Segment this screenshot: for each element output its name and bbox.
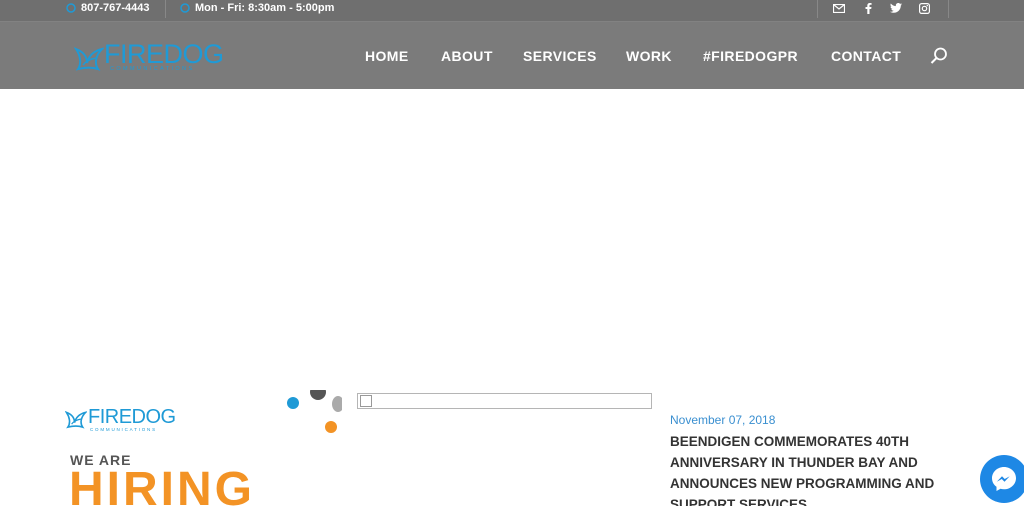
messenger-icon bbox=[992, 467, 1016, 491]
email-icon[interactable] bbox=[826, 0, 852, 16]
divider bbox=[948, 0, 949, 18]
phone-number: 807-767-4443 bbox=[81, 2, 150, 14]
firedog-logo-mark-icon bbox=[65, 410, 87, 429]
facebook-icon[interactable] bbox=[855, 0, 881, 16]
logo-tagline: COMMUNICATIONS bbox=[110, 66, 195, 72]
phone-icon bbox=[66, 3, 76, 13]
business-hours: Mon - Fri: 8:30am - 5:00pm bbox=[195, 2, 335, 14]
nav-work[interactable]: WORK bbox=[626, 48, 672, 64]
decorative-dot bbox=[325, 421, 337, 433]
divider bbox=[165, 0, 166, 18]
image-placeholder-icon bbox=[360, 395, 372, 407]
instagram-icon[interactable] bbox=[911, 0, 937, 16]
divider bbox=[817, 0, 818, 18]
decorative-dot bbox=[332, 396, 342, 412]
decorative-dot bbox=[310, 390, 326, 400]
nav-firedogpr[interactable]: #FIREDOGPR bbox=[703, 48, 798, 64]
embedded-frame[interactable] bbox=[357, 393, 652, 409]
search-icon[interactable] bbox=[929, 46, 949, 66]
messenger-chat-button[interactable] bbox=[980, 455, 1024, 503]
news-title-link[interactable]: BEENDIGEN COMMEMORATES 40TH ANNIVERSARY … bbox=[670, 431, 955, 506]
hours-info: Mon - Fri: 8:30am - 5:00pm bbox=[180, 1, 334, 15]
hiring-banner[interactable]: FIREDOG COMMUNICATIONS WE ARE HIRING bbox=[62, 390, 342, 506]
phone-contact[interactable]: 807-767-4443 bbox=[66, 1, 150, 15]
twitter-icon[interactable] bbox=[883, 0, 909, 16]
top-bar: 807-767-4443 Mon - Fri: 8:30am - 5:00pm bbox=[0, 0, 1024, 22]
nav-contact[interactable]: CONTACT bbox=[831, 48, 901, 64]
site-logo[interactable]: FIREDOG COMMUNICATIONS bbox=[74, 39, 234, 77]
hiring-text: HIRING bbox=[69, 463, 255, 506]
clock-icon bbox=[180, 3, 190, 13]
nav-services[interactable]: SERVICES bbox=[523, 48, 597, 64]
hiring-logo-tagline: COMMUNICATIONS bbox=[90, 427, 157, 432]
news-date: November 07, 2018 bbox=[670, 413, 776, 427]
hiring-logo-wordmark: FIREDOG bbox=[88, 406, 176, 428]
nav-about[interactable]: ABOUT bbox=[441, 48, 493, 64]
nav-home[interactable]: HOME bbox=[365, 48, 409, 64]
firedog-logo-mark-icon bbox=[74, 47, 104, 71]
site-header: FIREDOG COMMUNICATIONS HOME ABOUT SERVIC… bbox=[0, 22, 1024, 89]
decorative-dot bbox=[287, 397, 299, 409]
